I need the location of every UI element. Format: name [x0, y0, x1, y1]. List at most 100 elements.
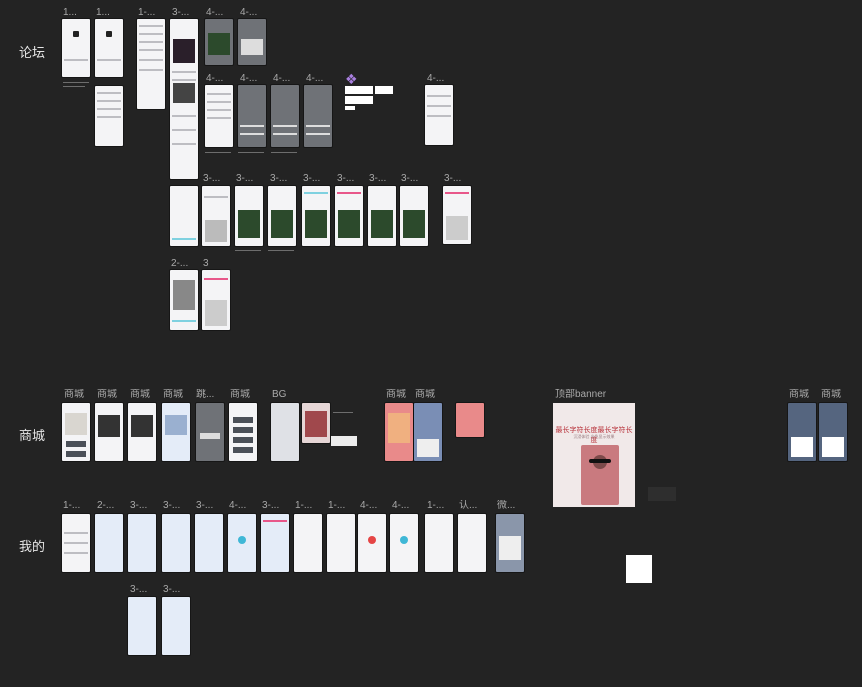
artboard-frame[interactable]	[170, 270, 198, 330]
artboard-frame[interactable]	[62, 514, 90, 572]
artboard-frame[interactable]	[196, 403, 224, 461]
frame-label: 商城	[415, 389, 435, 400]
frame-label: 4-...	[360, 500, 378, 511]
artboard-frame[interactable]	[229, 403, 257, 461]
artboard-frame[interactable]	[95, 514, 123, 572]
artboard-frame[interactable]	[271, 85, 299, 147]
artboard-frame[interactable]	[95, 86, 123, 146]
caption-line	[271, 152, 297, 153]
frame-label: BG	[272, 389, 287, 400]
artboard-frame[interactable]	[443, 186, 471, 244]
caption-line	[333, 412, 353, 413]
artboard-frame[interactable]	[261, 514, 289, 572]
artboard-frame[interactable]	[228, 514, 256, 572]
artboard-frame[interactable]	[414, 403, 442, 461]
component-diamond-icon[interactable]: ❖	[345, 72, 358, 86]
frame-label: 1-...	[63, 500, 81, 511]
artboard-frame[interactable]	[238, 19, 266, 65]
artboard-frame[interactable]	[425, 514, 453, 572]
artboard-frame[interactable]	[271, 403, 299, 461]
artboard-frame[interactable]	[162, 514, 190, 572]
frame-label: 4-...	[206, 7, 224, 18]
artboard-frame[interactable]	[400, 186, 428, 246]
top-banner-frame[interactable]: 最长字符长度最长字符长度 沉浸体验 出色显示效果	[553, 403, 635, 507]
artboard-frame[interactable]	[195, 514, 223, 572]
component-chip[interactable]	[331, 436, 357, 446]
caption-line	[63, 86, 85, 87]
artboard-frame[interactable]	[385, 403, 413, 461]
frame-label: 1-...	[295, 500, 313, 511]
artboard-frame[interactable]	[137, 19, 165, 109]
component-chip[interactable]	[345, 106, 355, 110]
artboard-frame[interactable]	[358, 514, 386, 572]
artboard-frame[interactable]	[368, 186, 396, 246]
artboard-frame[interactable]	[205, 85, 233, 147]
artboard-frame[interactable]	[458, 514, 486, 572]
artboard-frame[interactable]	[235, 186, 263, 246]
artboard-frame[interactable]	[268, 186, 296, 246]
artboard-frame[interactable]	[335, 186, 363, 246]
artboard-frame[interactable]	[238, 85, 266, 147]
frame-label: 商城	[64, 389, 84, 400]
artboard-frame[interactable]	[62, 19, 90, 77]
artboard-frame[interactable]	[788, 403, 816, 461]
artboard-frame[interactable]	[95, 19, 123, 77]
frame-label: 3-...	[444, 173, 462, 184]
artboard-frame[interactable]	[205, 19, 233, 65]
artboard-frame[interactable]	[327, 514, 355, 572]
artboard-frame[interactable]	[294, 514, 322, 572]
artboard-frame[interactable]	[162, 597, 190, 655]
banner-subtitle: 沉浸体验 出色显示效果	[573, 434, 615, 439]
artboard-frame[interactable]	[304, 85, 332, 147]
section-forum-label: 论坛	[19, 45, 46, 60]
component-chip[interactable]	[375, 86, 393, 94]
frame-label: 3-...	[401, 173, 419, 184]
artboard-frame[interactable]	[456, 403, 484, 437]
caption-line	[268, 250, 294, 251]
caption-line	[63, 82, 89, 83]
artboard-frame[interactable]	[95, 403, 123, 461]
artboard-frame[interactable]	[62, 403, 90, 461]
section-mall-label: 商城	[19, 428, 46, 443]
frame-label: 1-...	[138, 7, 156, 18]
component-card[interactable]	[626, 555, 652, 583]
artboard-frame[interactable]	[390, 514, 418, 572]
frame-label: 4-...	[240, 73, 258, 84]
frame-label: 3-...	[369, 173, 387, 184]
frame-label: 3-...	[196, 500, 214, 511]
banner-glasses	[589, 459, 611, 463]
frame-label: 4-...	[206, 73, 224, 84]
frame-label: 3-...	[262, 500, 280, 511]
frame-label: 3-...	[236, 173, 254, 184]
frame-label: 3-...	[130, 500, 148, 511]
glasses-thumbnail[interactable]	[648, 487, 676, 501]
caption-line	[235, 250, 261, 251]
frame-label: 3	[203, 258, 209, 269]
component-chip[interactable]	[345, 96, 373, 104]
artboard-frame[interactable]	[202, 270, 230, 330]
artboard-frame[interactable]	[425, 85, 453, 145]
frame-label: 4-...	[240, 7, 258, 18]
frame-label: 1-...	[427, 500, 445, 511]
artboard-frame[interactable]	[128, 514, 156, 572]
caption-line	[238, 152, 264, 153]
frame-label: 顶部banner	[555, 389, 607, 400]
artboard-frame[interactable]	[496, 514, 524, 572]
frame-label: 商城	[789, 389, 809, 400]
component-chip[interactable]	[345, 86, 373, 94]
artboard-frame[interactable]	[128, 597, 156, 655]
artboard-frame[interactable]	[170, 19, 198, 179]
artboard-frame[interactable]	[302, 403, 330, 443]
artboard-frame[interactable]	[302, 186, 330, 246]
artboard-frame[interactable]	[162, 403, 190, 461]
artboard-frame[interactable]	[170, 186, 198, 246]
frame-label: 1-...	[328, 500, 346, 511]
frame-label: 3-...	[303, 173, 321, 184]
artboard-frame[interactable]	[128, 403, 156, 461]
frame-label: 3-...	[172, 7, 190, 18]
artboard-frame[interactable]	[202, 186, 230, 246]
frame-label: 4-...	[306, 73, 324, 84]
frame-label: 商城	[230, 389, 250, 400]
artboard-frame[interactable]	[819, 403, 847, 461]
frame-label: 4-...	[273, 73, 291, 84]
